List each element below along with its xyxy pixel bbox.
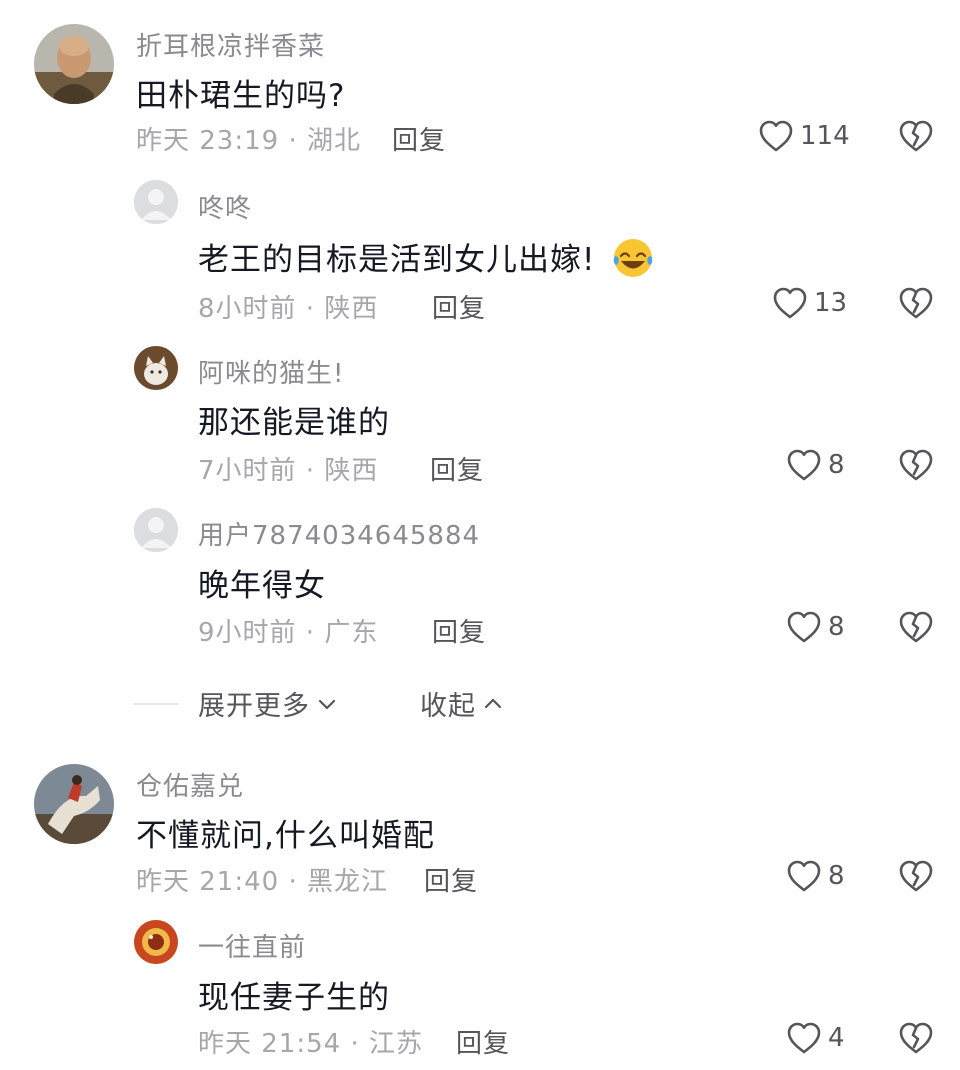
avatar[interactable]	[134, 180, 178, 224]
thread-controls: 展开更多 收起	[0, 682, 960, 726]
laughing-tears-emoji-icon	[611, 236, 655, 280]
like-button[interactable]: 4	[786, 1018, 845, 1058]
comment-text: 不懂就问,什么叫婚配	[136, 818, 435, 854]
like-count: 114	[800, 121, 850, 151]
comment-location: 广东	[324, 618, 379, 648]
comment-meta: 昨天 23:19 · 湖北	[136, 120, 361, 157]
horse-painting-avatar-icon	[34, 764, 114, 844]
comment-time: 昨天 21:54	[198, 1029, 342, 1059]
dislike-button[interactable]	[898, 286, 934, 320]
comment-username[interactable]: 一往直前	[198, 927, 306, 964]
heart-icon	[759, 120, 793, 152]
comment-time: 7小时前	[198, 456, 297, 486]
like-button[interactable]: 13	[772, 283, 847, 323]
broken-heart-icon	[899, 860, 933, 892]
broken-heart-icon	[899, 449, 933, 481]
comment-username[interactable]: 用户7874034645884	[198, 515, 480, 552]
reply-button[interactable]: 回复	[424, 861, 478, 898]
monk-avatar-icon	[34, 24, 114, 104]
like-button[interactable]: 8	[786, 856, 845, 896]
heart-icon	[787, 1022, 821, 1054]
like-count: 8	[828, 612, 845, 642]
comment-location: 江苏	[369, 1029, 424, 1059]
comment-time: 8小时前	[198, 294, 297, 324]
comment-location: 陕西	[324, 456, 379, 486]
divider	[134, 703, 178, 705]
avatar[interactable]	[134, 508, 178, 552]
comment-meta: 昨天 21:40 · 黑龙江	[136, 861, 388, 898]
comment-username[interactable]: 阿咪的猫生!	[198, 353, 344, 390]
like-button[interactable]: 114	[758, 116, 850, 156]
comment-text: 晚年得女	[198, 568, 326, 604]
avatar[interactable]	[34, 24, 114, 104]
comment-location: 陕西	[324, 294, 379, 324]
meta-separator: ·	[341, 1029, 369, 1059]
comment-username[interactable]: 折耳根凉拌香菜	[136, 26, 325, 63]
heart-icon	[787, 611, 821, 643]
comment-time: 9小时前	[198, 618, 297, 648]
comment-time: 昨天 21:40	[136, 867, 280, 897]
expand-more-label: 展开更多	[198, 691, 310, 722]
reply-button[interactable]: 回复	[456, 1023, 510, 1060]
expand-more-button[interactable]: 展开更多	[198, 684, 338, 723]
collapse-label: 收起	[420, 691, 476, 722]
avatar[interactable]	[134, 346, 178, 390]
comment-text-content: 老王的目标是活到女儿出嫁!	[198, 242, 596, 278]
comment-meta: 7小时前 · 陕西	[198, 450, 378, 487]
meta-separator: ·	[279, 867, 307, 897]
default-avatar-icon	[134, 180, 178, 224]
dislike-button[interactable]	[898, 859, 934, 893]
meta-separator: ·	[296, 456, 325, 486]
heart-icon	[787, 860, 821, 892]
like-count: 13	[814, 288, 848, 318]
reply-button[interactable]: 回复	[432, 288, 486, 325]
comment-location: 黑龙江	[307, 867, 389, 897]
broken-heart-icon	[899, 611, 933, 643]
broken-heart-icon	[899, 1022, 933, 1054]
comment-meta: 8小时前 · 陕西	[198, 288, 378, 325]
comment-username[interactable]: 仓佑嘉兑	[136, 766, 244, 803]
comment-text: 田朴珺生的吗?	[136, 78, 346, 114]
comment-username[interactable]: 咚咚	[198, 188, 252, 225]
like-button[interactable]: 8	[786, 445, 845, 485]
comment-time: 昨天 23:19	[136, 126, 280, 156]
avatar[interactable]	[34, 764, 114, 844]
comment-meta: 昨天 21:54 · 江苏	[198, 1023, 423, 1060]
collapse-button[interactable]: 收起	[420, 684, 504, 723]
broken-heart-icon	[899, 120, 933, 152]
dislike-button[interactable]	[898, 610, 934, 644]
heart-icon	[787, 449, 821, 481]
dislike-button[interactable]	[898, 448, 934, 482]
comment-location: 湖北	[307, 126, 362, 156]
comment-text: 老王的目标是活到女儿出嫁!	[198, 234, 655, 284]
like-count: 4	[828, 1023, 845, 1053]
reply-button[interactable]: 回复	[432, 612, 486, 649]
comment-meta: 9小时前 · 广东	[198, 612, 378, 649]
like-count: 8	[828, 861, 845, 891]
broken-heart-icon	[899, 287, 933, 319]
meta-separator: ·	[296, 294, 325, 324]
food-avatar-icon	[134, 920, 178, 964]
dislike-button[interactable]	[898, 119, 934, 153]
heart-icon	[773, 287, 807, 319]
reply-button[interactable]: 回复	[430, 450, 484, 487]
avatar[interactable]	[134, 920, 178, 964]
meta-separator: ·	[296, 618, 325, 648]
like-button[interactable]: 8	[786, 607, 845, 647]
like-count: 8	[828, 450, 845, 480]
chevron-up-icon	[484, 698, 502, 708]
dislike-button[interactable]	[898, 1021, 934, 1055]
comment-text: 现任妻子生的	[198, 980, 390, 1016]
cat-avatar-icon	[134, 346, 178, 390]
comment-text: 那还能是谁的	[198, 405, 390, 441]
meta-separator: ·	[279, 126, 307, 156]
chevron-down-icon	[318, 699, 336, 709]
default-avatar-icon	[134, 508, 178, 552]
reply-button[interactable]: 回复	[392, 120, 446, 157]
